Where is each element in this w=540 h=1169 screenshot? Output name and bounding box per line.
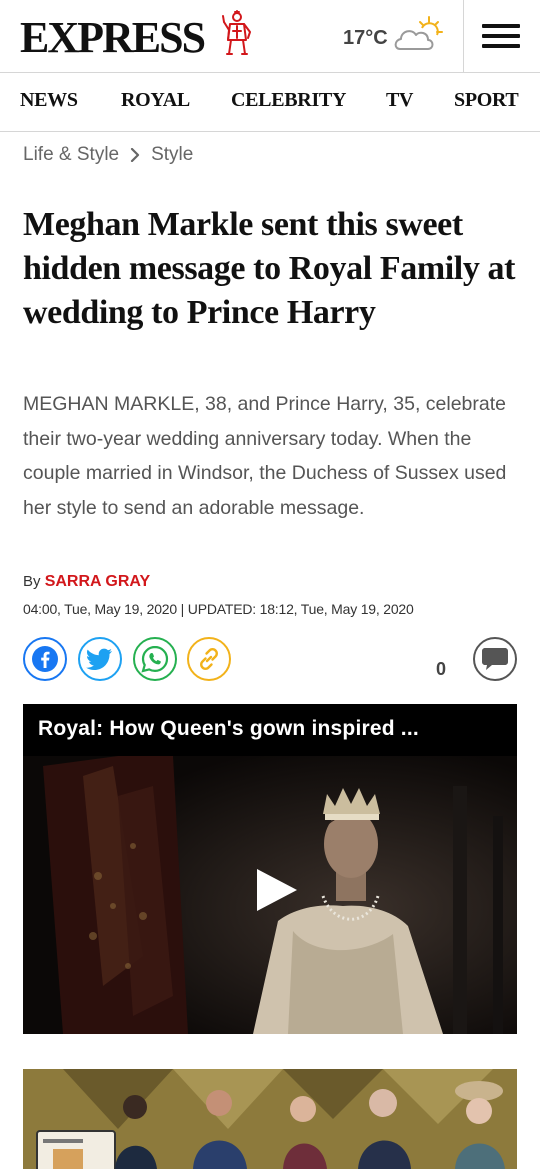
breadcrumb: Life & Style Style (23, 142, 193, 168)
byline-prefix: By (23, 573, 41, 590)
facebook-icon (32, 646, 58, 672)
comment-count: 0 (436, 659, 447, 679)
article-standfirst: MEGHAN MARKLE, 38, and Prince Harry, 35,… (23, 393, 507, 519)
share-whatsapp-button[interactable] (133, 637, 177, 681)
publish-dates: 04:00, Tue, May 19, 2020 | UPDATED: 18:1… (23, 601, 414, 617)
promo-image (23, 1069, 517, 1169)
author-link[interactable]: SARRA GRAY (45, 573, 151, 590)
partly-cloudy-icon (394, 16, 443, 50)
express-logo[interactable]: EXPRESS (20, 14, 206, 62)
link-icon (200, 648, 218, 670)
byline: By SARRA GRAY (23, 573, 150, 591)
section-nav: NEWS ROYAL CELEBRITY TV SPORT (0, 74, 540, 132)
site-header: EXPRESS 17°C (0, 0, 540, 73)
comments-button[interactable] (473, 637, 517, 681)
share-facebook-button[interactable] (23, 637, 67, 681)
breadcrumb-section[interactable]: Life & Style (23, 144, 119, 166)
twitter-icon (86, 648, 112, 670)
nav-item-royal[interactable]: ROYAL (121, 89, 190, 112)
video-title: Royal: How Queen's gown inspired ... (38, 717, 419, 740)
article-headline: Meghan Markle sent this sweet hidden mes… (23, 206, 516, 331)
promo-banner[interactable] (23, 1069, 517, 1169)
crusader-logo-icon (222, 10, 251, 55)
weather-widget[interactable]: 17°C (343, 16, 444, 52)
nav-item-celebrity[interactable]: CELEBRITY (231, 89, 346, 112)
nav-item-sport[interactable]: SPORT (454, 89, 519, 112)
play-icon[interactable] (253, 867, 299, 913)
hamburger-menu-icon[interactable] (480, 20, 522, 52)
share-link-button[interactable] (187, 637, 231, 681)
whatsapp-icon (141, 645, 169, 673)
header-divider (463, 0, 464, 73)
chevron-right-icon (131, 148, 140, 162)
video-title-bar: Royal: How Queen's gown inspired ... (23, 704, 517, 756)
breadcrumb-subsection[interactable]: Style (151, 144, 193, 166)
nav-item-news[interactable]: NEWS (20, 89, 78, 112)
video-player[interactable]: Royal: How Queen's gown inspired ... (23, 704, 517, 1034)
comment-bubble-icon (482, 648, 508, 670)
nav-item-tv[interactable]: TV (386, 89, 413, 112)
share-twitter-button[interactable] (78, 637, 122, 681)
temperature: 17°C (343, 26, 388, 49)
